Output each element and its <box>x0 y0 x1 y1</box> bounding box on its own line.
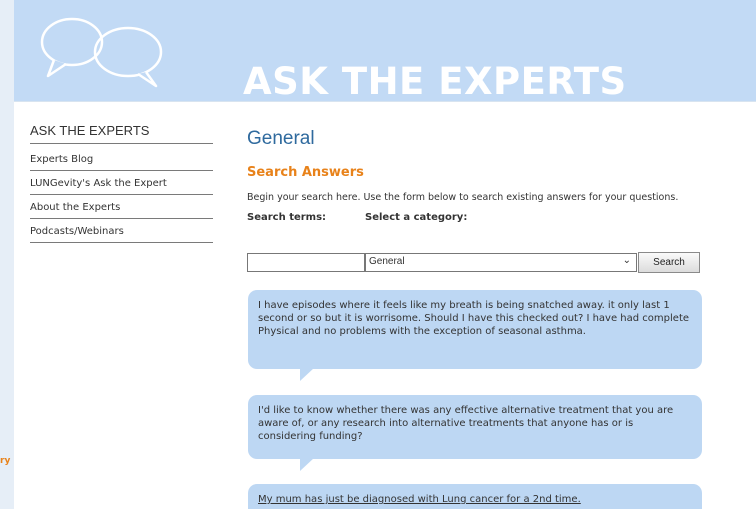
sidebar-item-ask-the-expert[interactable]: LUNGevity's Ask the Expert <box>30 171 213 195</box>
question-link[interactable]: My mum has just be diagnosed with Lung c… <box>258 494 581 505</box>
sidebar-item-podcasts-webinars[interactable]: Podcasts/Webinars <box>30 219 213 243</box>
sidebar-item-experts-blog[interactable]: Experts Blog <box>30 147 213 171</box>
bubble-tail <box>300 368 314 381</box>
intro-text: Begin your search here. Use the form bel… <box>247 192 679 203</box>
main-content: General Search Answers Begin your search… <box>247 128 747 226</box>
search-button[interactable]: Search <box>638 252 700 273</box>
category-select-value: General <box>369 256 405 267</box>
question-text: I have episodes where it feels like my b… <box>258 300 690 337</box>
page-title: General <box>247 128 315 149</box>
banner-divider <box>14 101 756 102</box>
question-bubble-partial: My mum has just be diagnosed with Lung c… <box>248 484 702 509</box>
speech-bubbles-icon <box>32 8 172 92</box>
sidebar: ASK THE EXPERTS Experts Blog LUNGevity's… <box>30 123 213 243</box>
section-title: Search Answers <box>247 165 364 180</box>
question-bubble[interactable]: I'd like to know whether there was any e… <box>248 395 702 471</box>
left-edge-strip <box>0 0 14 509</box>
brand-logo-fragment: ry <box>0 456 11 466</box>
sidebar-item-about-experts[interactable]: About the Experts <box>30 195 213 219</box>
question-text: I'd like to know whether there was any e… <box>258 405 674 442</box>
bubble-tail <box>300 458 314 471</box>
search-input[interactable] <box>247 253 365 272</box>
banner-title: ASK THE EXPERTS <box>243 60 627 101</box>
chevron-down-icon: ⌄ <box>622 255 631 266</box>
question-bubble[interactable]: My mum has just be diagnosed with Lung c… <box>248 484 702 509</box>
question-bubble[interactable]: I have episodes where it feels like my b… <box>248 290 702 381</box>
category-label: Select a category: <box>365 212 468 223</box>
search-terms-label: Search terms: <box>247 212 327 223</box>
form-labels: Search terms: Select a category: <box>247 212 747 226</box>
category-select[interactable]: General ⌄ <box>365 253 637 272</box>
sidebar-title: ASK THE EXPERTS <box>30 123 213 144</box>
header-banner: ASK THE EXPERTS <box>14 0 756 101</box>
